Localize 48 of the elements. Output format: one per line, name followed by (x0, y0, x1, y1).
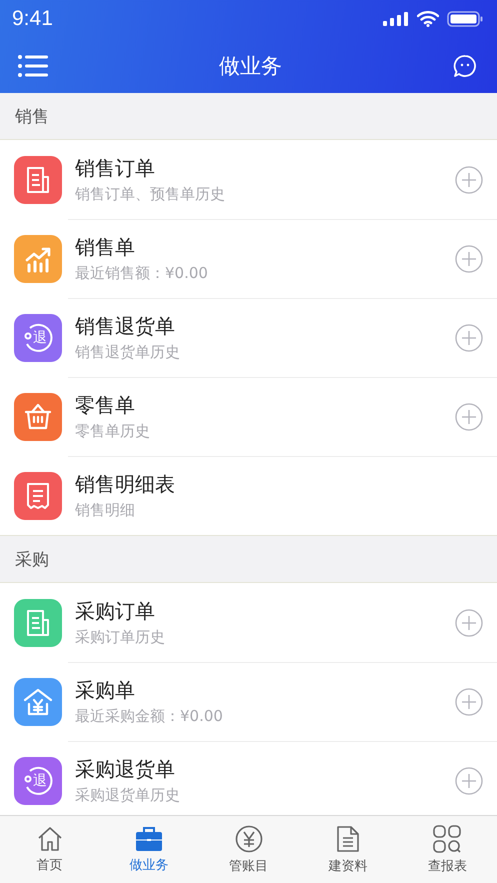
tab[interactable]: 查报表 (398, 816, 497, 883)
add-icon[interactable] (455, 608, 483, 636)
item-subtitle: 采购退货单历史 (75, 786, 181, 805)
wifi-icon (417, 11, 439, 27)
signal-icon (383, 12, 409, 26)
item-subtitle: 最近采购金额：¥0.00 (75, 707, 224, 726)
tab[interactable]: 管账目 (198, 816, 298, 883)
add-icon[interactable] (455, 402, 483, 430)
item-subtitle: 销售订单、预售单历史 (75, 185, 226, 204)
item-title[interactable]: 零售单 (75, 392, 455, 419)
menu-icon[interactable] (18, 54, 48, 76)
item-title[interactable]: 销售明细表 (75, 471, 483, 498)
item-title[interactable]: 采购退货单 (75, 756, 455, 783)
document-icon[interactable] (14, 156, 62, 204)
document-icon[interactable] (14, 598, 62, 646)
battery-icon (447, 11, 483, 27)
home-icon (36, 826, 63, 852)
item-subtitle: 零售单历史 (75, 422, 151, 441)
add-icon[interactable] (455, 324, 483, 352)
return-icon[interactable]: 退 (14, 756, 62, 804)
item-subtitle: 最近销售额：¥0.00 (75, 264, 209, 283)
add-icon[interactable] (455, 244, 483, 272)
add-icon[interactable] (455, 766, 483, 794)
tab[interactable]: 建资料 (298, 816, 398, 883)
house-icon[interactable] (14, 678, 62, 726)
chat-icon[interactable] (453, 54, 477, 78)
item-title[interactable]: 采购订单 (75, 598, 455, 625)
item-subtitle: 销售退货单历史 (75, 343, 181, 362)
status-time: 9:41 (12, 7, 53, 31)
yen-icon (234, 824, 263, 852)
item-title[interactable]: 采购单 (75, 677, 455, 704)
basket-icon[interactable] (14, 392, 62, 440)
item-title[interactable]: 销售退货单 (75, 313, 455, 340)
page-title: 做业务 (219, 52, 282, 80)
tab[interactable]: 做业务 (99, 816, 199, 883)
tab[interactable]: 首页 (0, 816, 100, 883)
item-title[interactable]: 销售订单 (75, 155, 455, 182)
chart-icon[interactable] (14, 234, 62, 282)
add-icon[interactable] (455, 688, 483, 716)
document-icon (336, 824, 360, 852)
return-icon[interactable]: 退 (14, 314, 62, 362)
item-title[interactable]: 销售单 (75, 234, 455, 261)
briefcase-icon (135, 826, 164, 852)
item-subtitle: 采购订单历史 (75, 628, 166, 647)
item-subtitle: 销售明细 (75, 501, 136, 520)
receipt-icon[interactable] (14, 472, 62, 520)
grid-search-icon (433, 824, 462, 852)
add-icon[interactable] (455, 166, 483, 194)
